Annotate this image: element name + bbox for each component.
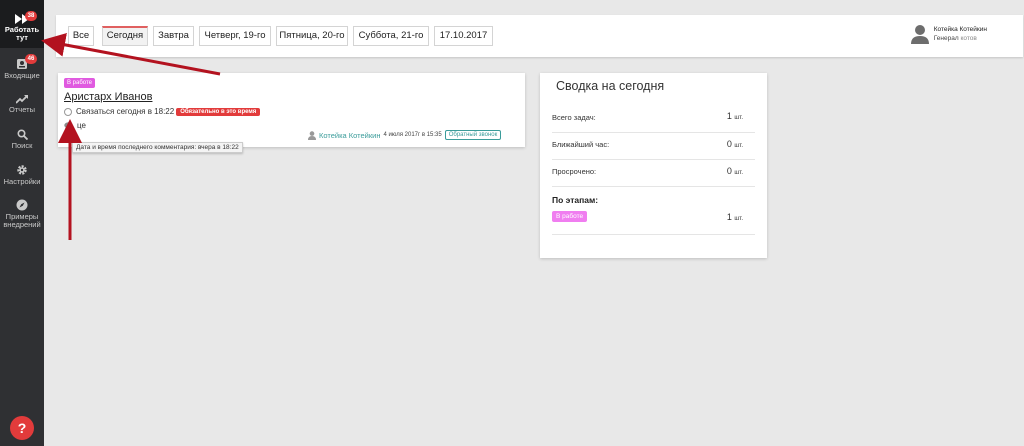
summary-panel: Сводка на сегодня Всего задач: 1 шт. Бли… — [540, 73, 767, 258]
user-name: Котейка Котейкин — [933, 26, 987, 33]
sidebar-item-label: Настройки — [3, 177, 41, 186]
user-role-suffix: котов — [960, 35, 977, 42]
sidebar: Работать тут 38 Входящие 46 Отчеты Поиск… — [0, 0, 44, 446]
assignee-link[interactable]: Котейка Котейкин — [319, 131, 381, 140]
summary-value: 0 шт. — [727, 139, 743, 149]
sidebar-item-label: Поиск — [11, 141, 33, 150]
user-role: Генерал котов — [934, 34, 987, 43]
summary-row-stage: В работе 1 шт. — [552, 211, 755, 235]
trending-up-icon — [16, 95, 28, 104]
comment-icon — [64, 121, 73, 130]
summary-row-next-hour: Ближайший час: 0 шт. — [552, 139, 755, 160]
sidebar-item-examples[interactable]: Примеры внедрений — [0, 199, 44, 231]
sidebar-item-search[interactable]: Поиск — [0, 129, 44, 153]
date-filter-bar: Все Сегодня Завтра Четверг, 19-го Пятниц… — [56, 15, 1023, 57]
sidebar-item-label: внедрений — [3, 220, 41, 229]
summary-value: 1 шт. — [727, 111, 743, 121]
gear-icon — [17, 165, 27, 175]
summary-label: Всего задач: — [552, 113, 596, 122]
summary-value: 0 шт. — [727, 166, 743, 176]
task-action-text: Связаться сегодня в 18:22 — [76, 107, 175, 116]
tab-friday[interactable]: Пятница, 20-го — [276, 26, 348, 46]
summary-unit: шт. — [734, 143, 743, 149]
summary-title: Сводка на сегодня — [556, 79, 665, 93]
task-action-row: Связаться сегодня в 18:22 Обязательно в … — [64, 107, 261, 116]
task-type-badge: Обратный звонок — [444, 130, 502, 140]
tab-thursday[interactable]: Четверг, 19-го — [199, 26, 271, 46]
sidebar-item-label: Входящие — [4, 71, 40, 80]
tab-all[interactable]: Все — [68, 26, 94, 46]
summary-value: 1 шт. — [727, 212, 743, 222]
annotation-arrows — [41, 32, 221, 240]
summary-row-total: Всего задач: 1 шт. — [552, 111, 755, 133]
search-icon — [16, 129, 28, 140]
sidebar-item-settings[interactable]: Настройки — [0, 164, 44, 188]
summary-label: Ближайший час: — [552, 140, 610, 149]
summary-unit: шт. — [734, 115, 743, 121]
compass-icon — [16, 199, 28, 211]
count-badge: 38 — [25, 11, 37, 21]
user-profile[interactable]: Котейка Котейкин Генерал котов — [910, 24, 987, 44]
sidebar-item-work-here[interactable]: Работать тут 38 — [0, 0, 44, 48]
summary-count: 0 — [726, 139, 732, 149]
status-badge: В работе — [64, 78, 96, 88]
summary-count: 0 — [726, 166, 732, 176]
sidebar-item-label: тут — [16, 33, 28, 42]
tab-saturday[interactable]: Суббота, 21-го — [353, 26, 429, 46]
task-title-link[interactable]: Аристарх Иванов — [64, 91, 152, 103]
summary-row-overdue: Просрочено: 0 шт. — [552, 166, 755, 187]
task-date: 4 июля 2017г в 15:35 — [383, 132, 442, 138]
user-role-title: Генерал — [933, 35, 959, 42]
count-badge: 46 — [25, 54, 37, 64]
summary-count: 1 — [726, 212, 732, 222]
sidebar-item-label: Отчеты — [9, 105, 35, 114]
tab-date-picker[interactable]: 17.10.2017 — [434, 26, 493, 46]
tab-today[interactable]: Сегодня — [102, 26, 148, 46]
stage-badge[interactable]: В работе — [552, 211, 588, 222]
avatar — [910, 25, 929, 44]
comment-tooltip: Дата и время последнего комментария: вче… — [72, 142, 243, 153]
urgent-badge: Обязательно в это время — [176, 107, 261, 116]
sidebar-item-reports[interactable]: Отчеты — [0, 94, 44, 118]
task-assignee: Котейка Котейкин 4 июля 2017г в 15:35 Об… — [308, 130, 502, 140]
summary-count: 1 — [726, 111, 732, 121]
complete-checkbox[interactable] — [64, 107, 72, 116]
user-icon — [308, 130, 316, 140]
tab-tomorrow[interactable]: Завтра — [153, 26, 194, 46]
sidebar-item-inbox[interactable]: Входящие 46 — [0, 54, 44, 86]
stages-title: По этапам: — [552, 195, 599, 205]
summary-label: Просрочено: — [552, 167, 597, 176]
summary-unit: шт. — [734, 170, 743, 176]
summary-unit: шт. — [734, 216, 743, 222]
task-comment-row: це — [64, 121, 86, 130]
comment-text: це — [77, 121, 86, 130]
help-button[interactable]: ? — [10, 416, 34, 440]
